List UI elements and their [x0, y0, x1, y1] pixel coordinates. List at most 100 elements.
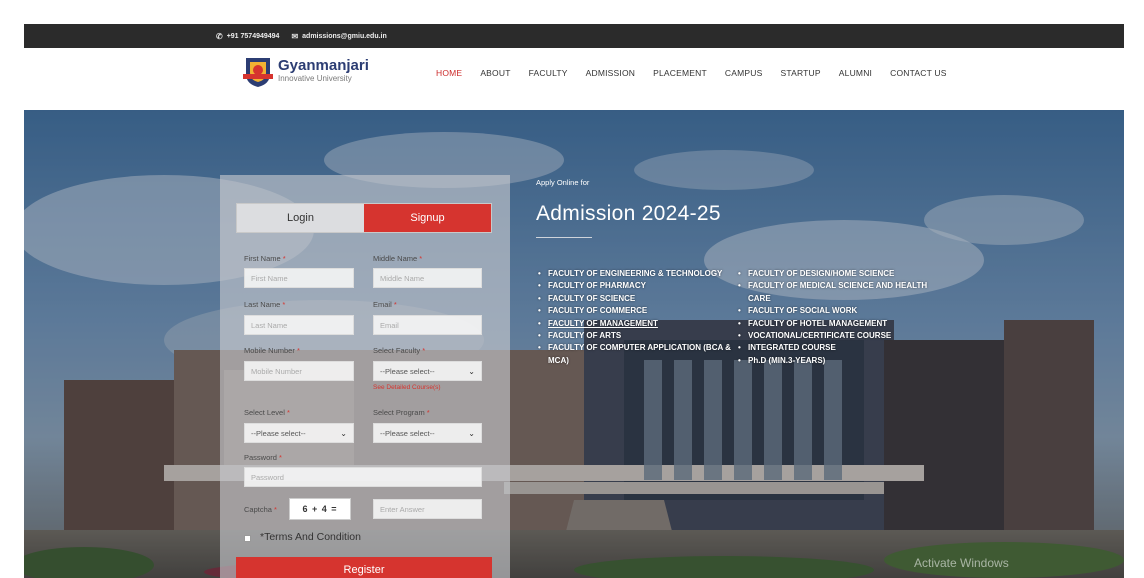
faculty-item[interactable]: FACULTY OF ENGINEERING & TECHNOLOGY — [536, 268, 736, 281]
faculty-item-label: INTEGRATED COURSE — [748, 343, 836, 353]
faculty-item-label: FACULTY OF MANAGEMENT — [548, 318, 658, 328]
faculty-label-text: Select Faculty — [373, 346, 421, 355]
faculty-item-label: FACULTY OF ENGINEERING & TECHNOLOGY — [548, 269, 723, 278]
required-mark: * — [393, 300, 397, 309]
password-input[interactable]: Password — [244, 467, 482, 487]
faculty-item-label: FACULTY OF MEDICAL SCIENCE AND HEALTH CA… — [748, 281, 928, 303]
faculty-item[interactable]: FACULTY OF HOTEL MANAGEMENT — [736, 318, 936, 331]
captcha-label-text: Captcha — [244, 505, 272, 514]
nav-alumni[interactable]: ALUMNI — [830, 68, 881, 78]
required-mark: * — [296, 346, 300, 355]
faculty-item[interactable]: FACULTY OF SOCIAL WORK — [736, 305, 936, 318]
email-address[interactable]: admissions@gmiu.edu.in — [302, 33, 387, 40]
signup-form-panel: Login Signup First Name * First Name Mid… — [220, 175, 510, 578]
phone-number[interactable]: +91 7574949494 — [227, 33, 280, 40]
password-label-text: Password — [244, 453, 277, 462]
faculty-item[interactable]: FACULTY OF COMPUTER APPLICATION (BCA & M… — [536, 342, 736, 367]
faculty-item[interactable]: FACULTY OF PHARMACY — [536, 280, 736, 293]
faculty-item-label: FACULTY OF SCIENCE — [548, 293, 636, 303]
nav-startup[interactable]: STARTUP — [771, 68, 829, 78]
captcha-answer-input[interactable]: Enter Answer — [373, 499, 482, 519]
level-label-text: Select Level — [244, 408, 285, 417]
required-mark: * — [419, 254, 423, 263]
select-faculty-dropdown[interactable]: --Please select-- ⌄ — [373, 361, 482, 381]
captcha-label: Captcha * — [244, 505, 277, 514]
middle-name-input[interactable]: Middle Name — [373, 268, 482, 288]
last-name-input[interactable]: Last Name — [244, 315, 354, 335]
select-level-label: Select Level * — [244, 408, 290, 417]
level-selected-value: --Please select-- — [251, 428, 306, 438]
nav-campus[interactable]: CAMPUS — [716, 68, 772, 78]
mobile-label-text: Mobile Number — [244, 346, 295, 355]
password-label: Password * — [244, 453, 282, 462]
terms-and-condition-link[interactable]: *Terms And Condition — [260, 531, 361, 543]
select-level-dropdown[interactable]: --Please select-- ⌄ — [244, 423, 354, 443]
select-faculty-label: Select Faculty * — [373, 346, 425, 355]
first-name-label: First Name * — [244, 254, 286, 263]
university-crest-icon — [243, 58, 273, 87]
faculty-item[interactable]: FACULTY OF DESIGN/HOME SCIENCE — [736, 268, 936, 281]
faculty-item-label: FACULTY OF COMPUTER APPLICATION (BCA & M… — [548, 343, 731, 365]
required-mark: * — [426, 408, 430, 417]
top-contact-bar: ✆ +91 7574949494 ✉ admissions@gmiu.edu.i… — [24, 24, 1124, 48]
faculty-item[interactable]: VOCATIONAL/CERTIFICATE COURSE — [736, 330, 936, 343]
nav-admission[interactable]: ADMISSION — [577, 68, 645, 78]
register-button[interactable]: Register — [236, 557, 492, 578]
title-divider — [536, 237, 592, 238]
tab-signup[interactable]: Signup — [364, 204, 491, 232]
select-program-dropdown[interactable]: --Please select-- ⌄ — [373, 423, 482, 443]
faculty-item[interactable]: FACULTY OF ARTS — [536, 330, 736, 343]
faculty-item[interactable]: FACULTY OF MEDICAL SCIENCE AND HEALTH CA… — [736, 280, 936, 305]
last-name-label-text: Last Name — [244, 300, 281, 309]
terms-checkbox[interactable] — [244, 535, 251, 542]
faculty-item-label: FACULTY OF COMMERCE — [548, 306, 648, 316]
university-logo[interactable]: Gyanmanjari Innovative University — [242, 54, 369, 88]
apply-online-text: Apply Online for — [536, 178, 590, 187]
faculty-item[interactable]: FACULTY OF SCIENCE — [536, 293, 736, 306]
email-contact[interactable]: ✉ admissions@gmiu.edu.in — [291, 32, 386, 41]
faculty-item-label: FACULTY OF ARTS — [548, 331, 622, 341]
tab-login[interactable]: Login — [237, 204, 364, 232]
nav-faculty[interactable]: FACULTY — [520, 68, 577, 78]
envelope-icon: ✉ — [291, 31, 299, 41]
site-header: Gyanmanjari Innovative University HOME A… — [24, 48, 1124, 110]
email-label-text: Email — [373, 300, 392, 309]
faculty-item-label: Ph.D (MIN.3-YEARS) — [748, 355, 826, 365]
required-mark: * — [282, 300, 286, 309]
faculty-item-label: FACULTY OF SOCIAL WORK — [748, 306, 858, 316]
email-input[interactable]: Email — [373, 315, 482, 335]
phone-icon: ✆ — [216, 31, 223, 41]
admission-title: Admission 2024-25 — [536, 202, 721, 225]
faculty-item[interactable]: FACULTY OF COMMERCE — [536, 305, 736, 318]
required-mark: * — [279, 453, 282, 462]
required-mark: * — [282, 254, 286, 263]
program-selected-value: --Please select-- — [380, 428, 435, 438]
chevron-down-icon: ⌄ — [468, 366, 475, 376]
first-name-input[interactable]: First Name — [244, 268, 354, 288]
nav-placement[interactable]: PLACEMENT — [644, 68, 716, 78]
faculty-item[interactable]: Ph.D (MIN.3-YEARS) — [736, 355, 936, 368]
nav-home[interactable]: HOME — [427, 68, 471, 78]
logo-text: Gyanmanjari Innovative University — [278, 58, 369, 84]
mobile-number-label: Mobile Number * — [244, 346, 300, 355]
faculty-selected-value: --Please select-- — [380, 366, 435, 376]
nav-contact-us[interactable]: CONTACT US — [881, 68, 955, 78]
faculty-item[interactable]: INTEGRATED COURSE — [736, 342, 936, 355]
required-mark: * — [286, 408, 290, 417]
required-mark: * — [274, 505, 277, 514]
faculty-item[interactable]: FACULTY OF MANAGEMENT — [536, 318, 736, 331]
first-name-label-text: First Name — [244, 254, 281, 263]
captcha-question: 6 + 4 = — [289, 498, 351, 520]
faculty-list-left: FACULTY OF ENGINEERING & TECHNOLOGY FACU… — [536, 268, 736, 367]
browser-page: ✆ +91 7574949494 ✉ admissions@gmiu.edu.i… — [24, 24, 1124, 578]
faculty-item-label: VOCATIONAL/CERTIFICATE COURSE — [748, 331, 892, 341]
last-name-label: Last Name * — [244, 300, 285, 309]
brand-tagline: Innovative University — [278, 74, 352, 83]
chevron-down-icon: ⌄ — [340, 428, 347, 438]
main-navigation: HOME ABOUT FACULTY ADMISSION PLACEMENT C… — [427, 68, 956, 78]
faculty-item-label: FACULTY OF PHARMACY — [548, 281, 646, 291]
mobile-number-input[interactable]: Mobile Number — [244, 361, 354, 381]
nav-about[interactable]: ABOUT — [471, 68, 519, 78]
phone-contact[interactable]: ✆ +91 7574949494 — [216, 32, 279, 41]
see-detailed-courses-link[interactable]: See Detailed Course(s) — [373, 384, 441, 391]
